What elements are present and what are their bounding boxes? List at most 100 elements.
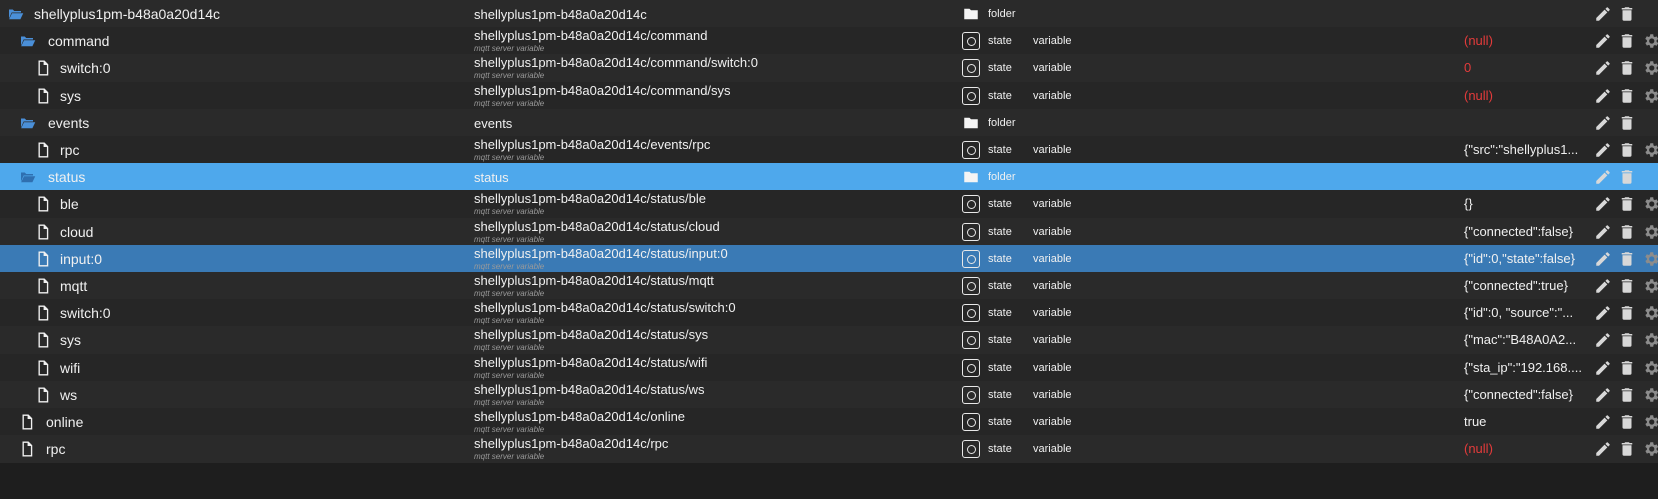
tree-row[interactable]: online shellyplus1pm-b48a0a20d14c/online m… (0, 408, 1658, 436)
gear-icon[interactable] (1642, 59, 1658, 77)
pencil-icon[interactable] (1594, 413, 1612, 431)
tree-row[interactable]: status status folder (0, 163, 1658, 191)
object-type: state (988, 389, 1012, 401)
pencil-icon[interactable] (1594, 59, 1612, 77)
trash-icon[interactable] (1618, 277, 1636, 295)
pencil-icon[interactable] (1594, 277, 1612, 295)
object-description: mqtt server variable (474, 371, 545, 380)
trash-icon[interactable] (1618, 223, 1636, 241)
object-value[interactable]: (null) (1464, 82, 1590, 110)
object-value[interactable]: {"id":0,"state":false} (1464, 245, 1590, 273)
tree-row[interactable]: rpc shellyplus1pm-b48a0a20d14c/rpc mqtt se… (0, 435, 1658, 463)
pencil-icon[interactable] (1594, 168, 1612, 186)
tree-row[interactable]: input:0 shellyplus1pm-b48a0a20d14c/status… (0, 245, 1658, 273)
object-value[interactable]: (null) (1464, 27, 1590, 55)
object-value[interactable]: {"connected":true} (1464, 272, 1590, 300)
gear-icon[interactable] (1642, 440, 1658, 458)
tree-row[interactable]: shellyplus1pm-b48a0a20d14c shellyplus1pm-… (0, 0, 1658, 28)
file-icon (34, 386, 52, 404)
gear-icon[interactable] (1642, 277, 1658, 295)
object-id-cell: shellyplus1pm-b48a0a20d14c/rpc mqtt serve… (474, 435, 944, 463)
trash-icon[interactable] (1618, 87, 1636, 105)
object-id: shellyplus1pm-b48a0a20d14c/command/switc… (474, 55, 758, 70)
tree-row[interactable]: cloud shellyplus1pm-b48a0a20d14c/status/c… (0, 218, 1658, 246)
object-value[interactable]: {"connected":false} (1464, 381, 1590, 409)
trash-icon[interactable] (1618, 440, 1636, 458)
state-icon (962, 331, 980, 349)
pencil-icon[interactable] (1594, 87, 1612, 105)
tree-row[interactable]: command shellyplus1pm-b48a0a20d14c/comman… (0, 27, 1658, 55)
file-icon (34, 59, 52, 77)
object-value[interactable]: {"sta_ip":"192.168.... (1464, 354, 1590, 382)
tree-row[interactable]: wifi shellyplus1pm-b48a0a20d14c/status/wi… (0, 354, 1658, 382)
tree-row[interactable]: sys shellyplus1pm-b48a0a20d14c/command/sy… (0, 82, 1658, 110)
object-value[interactable]: {"mac":"B48A0A2... (1464, 326, 1590, 354)
pencil-icon[interactable] (1594, 5, 1612, 23)
trash-icon[interactable] (1618, 114, 1636, 132)
object-value[interactable]: {"connected":false} (1464, 218, 1590, 246)
gear-icon[interactable] (1642, 195, 1658, 213)
tree-row[interactable]: ws shellyplus1pm-b48a0a20d14c/status/ws mq… (0, 381, 1658, 409)
pencil-icon[interactable] (1594, 195, 1612, 213)
file-icon (34, 277, 52, 295)
pencil-icon[interactable] (1594, 331, 1612, 349)
gear-icon[interactable] (1642, 413, 1658, 431)
tree-row[interactable]: events events folder (0, 109, 1658, 137)
object-id: shellyplus1pm-b48a0a20d14c/status/mqtt (474, 273, 714, 288)
pencil-icon[interactable] (1594, 250, 1612, 268)
trash-icon[interactable] (1618, 59, 1636, 77)
pencil-icon[interactable] (1594, 141, 1612, 159)
folder-icon (18, 32, 36, 50)
trash-icon[interactable] (1618, 141, 1636, 159)
object-type: state (988, 144, 1012, 156)
object-value[interactable]: true (1464, 408, 1590, 436)
gear-icon[interactable] (1642, 304, 1658, 322)
pencil-icon[interactable] (1594, 386, 1612, 404)
trash-icon[interactable] (1618, 32, 1636, 50)
pencil-icon[interactable] (1594, 440, 1612, 458)
folder-icon (18, 168, 36, 186)
object-id-cell: status (474, 163, 944, 191)
tree-row[interactable]: mqtt shellyplus1pm-b48a0a20d14c/status/mq… (0, 272, 1658, 300)
trash-icon[interactable] (1618, 304, 1636, 322)
state-icon (962, 386, 980, 404)
trash-icon[interactable] (1618, 195, 1636, 213)
object-value[interactable]: {"id":0, "source":"... (1464, 299, 1590, 327)
object-value[interactable]: 0 (1464, 54, 1590, 82)
gear-icon[interactable] (1642, 359, 1658, 377)
gear-icon[interactable] (1642, 250, 1658, 268)
trash-icon[interactable] (1618, 5, 1636, 23)
gear-icon[interactable] (1642, 331, 1658, 349)
trash-icon[interactable] (1618, 386, 1636, 404)
pencil-icon[interactable] (1594, 359, 1612, 377)
tree-item-name: command (48, 33, 110, 49)
tree-row[interactable]: sys shellyplus1pm-b48a0a20d14c/status/sys… (0, 326, 1658, 354)
object-role: variable (1033, 35, 1072, 47)
object-role: variable (1033, 198, 1072, 210)
object-value[interactable]: {} (1464, 190, 1590, 218)
tree-row[interactable]: switch:0 shellyplus1pm-b48a0a20d14c/comma… (0, 54, 1658, 82)
tree-row[interactable]: ble shellyplus1pm-b48a0a20d14c/status/ble… (0, 190, 1658, 218)
tree-row[interactable]: switch:0 shellyplus1pm-b48a0a20d14c/statu… (0, 299, 1658, 327)
pencil-icon[interactable] (1594, 223, 1612, 241)
trash-icon[interactable] (1618, 331, 1636, 349)
gear-icon[interactable] (1642, 223, 1658, 241)
pencil-icon[interactable] (1594, 304, 1612, 322)
object-value[interactable]: {"src":"shellyplus1... (1464, 136, 1590, 164)
pencil-icon[interactable] (1594, 32, 1612, 50)
object-description: mqtt server variable (474, 235, 545, 244)
pencil-icon[interactable] (1594, 114, 1612, 132)
object-role: variable (1033, 362, 1072, 374)
gear-icon[interactable] (1642, 87, 1658, 105)
gear-icon[interactable] (1642, 141, 1658, 159)
tree-row[interactable]: rpc shellyplus1pm-b48a0a20d14c/events/rpc… (0, 136, 1658, 164)
trash-icon[interactable] (1618, 168, 1636, 186)
object-type: state (988, 307, 1012, 319)
trash-icon[interactable] (1618, 359, 1636, 377)
gear-icon[interactable] (1642, 386, 1658, 404)
object-id: shellyplus1pm-b48a0a20d14c/status/wifi (474, 355, 708, 370)
gear-icon[interactable] (1642, 32, 1658, 50)
trash-icon[interactable] (1618, 250, 1636, 268)
object-value[interactable]: (null) (1464, 435, 1590, 463)
trash-icon[interactable] (1618, 413, 1636, 431)
